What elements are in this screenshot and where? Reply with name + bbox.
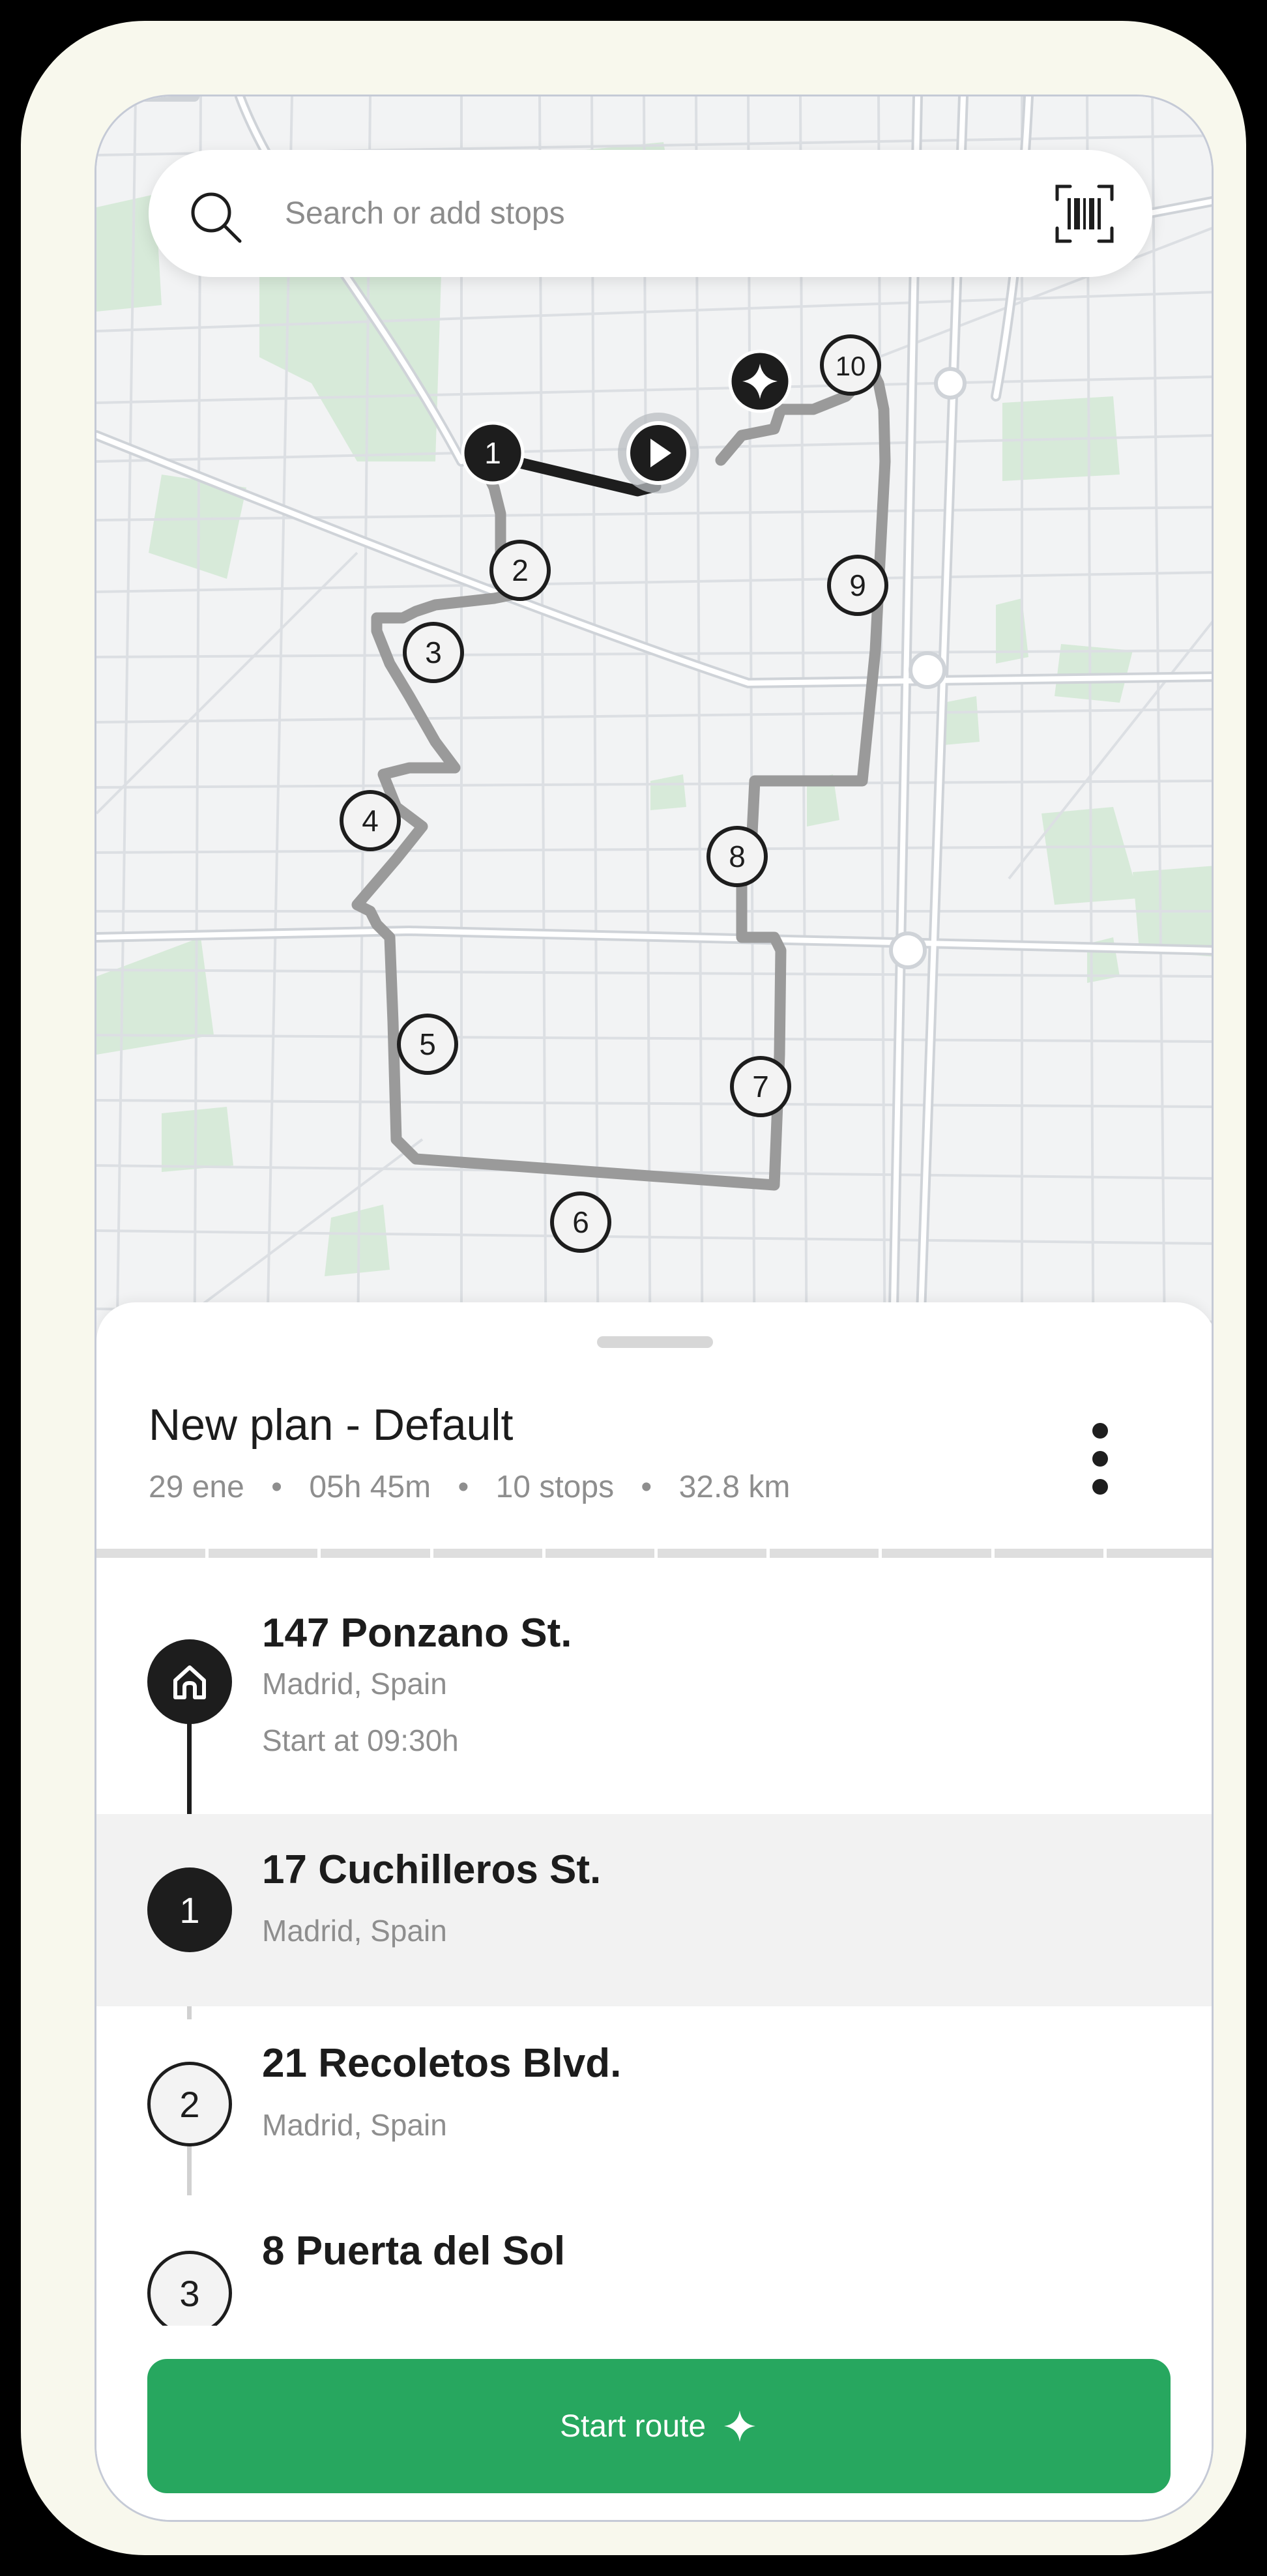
stop-marker-1: 1 [147,1867,232,1952]
stop-name: 147 Ponzano St. [262,1611,572,1656]
sheet-grabber[interactable] [597,1336,713,1348]
svg-text:2: 2 [512,553,529,587]
stop-name: 8 Puerta del Sol [262,2229,566,2274]
current-location-marker[interactable] [618,413,699,493]
plan-meta: 29 ene • 05h 45m • 10 stops • 32.8 km [149,1469,790,1506]
sparkle-icon [724,2410,756,2442]
svg-text:8: 8 [729,840,746,873]
app-screen: 1 2 3 4 5 6 7 8 9 10 Search or add stops… [95,95,1214,2522]
plan-distance: 32.8 km [678,1470,791,1504]
destination-marker[interactable] [728,349,792,413]
svg-text:7: 7 [752,1070,769,1104]
map-stop-7[interactable]: 7 [730,1056,791,1117]
map-stop-5[interactable]: 5 [397,1014,458,1075]
home-icon [173,1665,206,1699]
stop-marker-3: 3 [147,2251,232,2335]
device-frame: 1 2 3 4 5 6 7 8 9 10 Search or add stops… [21,21,1246,2555]
stop-marker-2: 2 [147,2062,232,2146]
stop-name: 17 Cuchilleros St. [262,1847,602,1892]
plan-duration: 05h 45m [309,1470,431,1504]
map-stop-10[interactable]: 10 [820,334,881,396]
start-route-label: Start route [559,2408,706,2444]
stop-city: Madrid, Spain [262,2108,447,2142]
meta-separator: • [641,1470,652,1504]
svg-text:5: 5 [419,1027,436,1061]
plan-title: New plan - Default [149,1400,514,1450]
stop-row-3[interactable]: 3 8 Puerta del Sol [96,2199,1212,2345]
svg-text:3: 3 [425,636,442,669]
map-stop-1[interactable]: 1 [461,421,525,485]
stops-list: 147 Ponzano St. Madrid, Spain Start at 0… [96,1563,1212,2345]
stop-city: Madrid, Spain [262,1914,447,1948]
route-progress-bar [96,1549,1212,1558]
svg-text:6: 6 [572,1205,589,1239]
svg-text:9: 9 [849,568,866,602]
stop-start-time: Start at 09:30h [262,1723,459,1757]
map-stop-8[interactable]: 8 [706,826,768,887]
barcode-scan-icon[interactable] [1053,183,1116,245]
stop-row-home[interactable]: 147 Ponzano St. Madrid, Spain Start at 0… [96,1563,1212,1811]
stop-row-1[interactable]: 1 17 Cuchilleros St. Madrid, Spain [96,1814,1212,2006]
stop-row-2[interactable]: 2 21 Recoletos Blvd. Madrid, Spain [96,2006,1212,2199]
plan-date: 29 ene [149,1470,244,1504]
map-stop-9[interactable]: 9 [827,555,888,616]
svg-text:1: 1 [484,436,501,470]
meta-separator: • [271,1470,282,1504]
route-map[interactable]: 1 2 3 4 5 6 7 8 9 10 [96,96,1212,1407]
svg-text:4: 4 [362,804,379,838]
more-vertical-icon[interactable] [1087,1423,1113,1495]
stop-name: 21 Recoletos Blvd. [262,2041,622,2086]
start-route-button[interactable]: Start route [147,2359,1171,2493]
search-icon [191,192,242,243]
map-stop-2[interactable]: 2 [489,540,551,601]
stop-city: Madrid, Spain [262,1667,447,1701]
svg-text:10: 10 [836,351,866,381]
map-stop-3[interactable]: 3 [403,622,464,683]
search-input[interactable]: Search or add stops [285,196,565,232]
map-stop-4[interactable]: 4 [340,790,401,851]
plan-stops-count: 10 stops [495,1470,615,1504]
map-stop-6[interactable]: 6 [550,1192,611,1253]
home-marker [147,1639,232,1724]
search-bar[interactable]: Search or add stops [149,150,1152,277]
meta-separator: • [458,1470,469,1504]
